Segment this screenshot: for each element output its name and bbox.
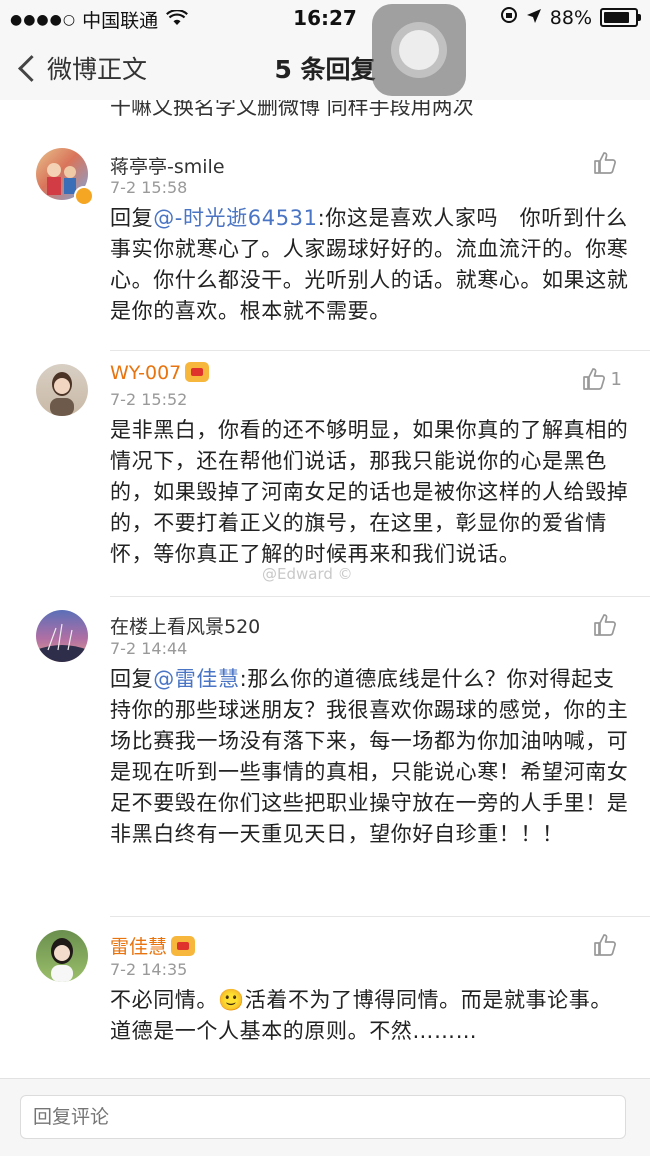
like-button[interactable]: 1 [581,366,622,392]
username-text: WY-007 [110,362,182,384]
comment-text: 不必同情。🙂活着不为了博得同情。而是就事论事。道德是一个人基本的原则。不然……… [110,988,612,1043]
like-count: 1 [610,368,622,390]
like-button[interactable] [592,612,622,638]
watermark: @Edward © [262,565,353,583]
battery-icon [600,8,641,27]
vip-crown-icon [171,936,196,956]
status-bar: ●●●●○ 中国联通 16:27 88% [0,0,650,36]
reply-bar [0,1078,650,1156]
comment-date: 7-2 15:52 [110,390,188,409]
avatar[interactable] [36,930,88,982]
comment-username[interactable]: 蒋亭亭-smile [110,152,225,179]
mention-link[interactable]: @雷佳慧 [153,667,239,691]
like-button[interactable] [592,150,622,176]
battery-fill [604,12,629,23]
status-right: 88% [492,6,641,29]
vip-crown-icon [185,362,210,382]
comment-body: 是非黑白，你看的还不够明显，如果你真的了解真相的情况下，还在帮他们说话，那我只能… [110,415,630,570]
page-title: 5 条回复 [274,55,376,84]
avatar[interactable] [36,364,88,416]
comment-date: 7-2 14:35 [110,960,188,979]
thumbs-up-icon [594,934,616,956]
like-button[interactable] [592,932,622,958]
verified-badge-icon [74,186,94,206]
comment-body: 回复@-时光逝64531:你这是喜欢人家吗 你听到什么事实你就寒心了。人家踢球好… [110,203,630,327]
divider [110,916,650,917]
thumbs-up-icon [594,614,616,636]
username-text: 雷佳慧 [110,936,168,958]
comment-date: 7-2 15:58 [110,178,188,197]
battery-percent: 88% [549,6,592,29]
assistive-touch-button[interactable] [372,4,466,96]
divider [110,596,650,597]
thumbs-up-icon [582,368,605,390]
orientation-lock-icon [500,6,518,29]
comment-text: 是非黑白，你看的还不够明显，如果你真的了解真相的情况下，还在帮他们说话，那我只能… [110,418,629,566]
reply-prefix: 回复 [110,667,154,691]
comment-username[interactable]: 雷佳慧 [110,932,196,959]
comment-username[interactable]: 在楼上看风景520 [110,612,260,639]
reply-prefix: 回复 [110,206,154,230]
comment-text: :那么你的道德底线是什么？你对得起支持你的那些球迷朋友？我很喜欢你踢球的感觉，你… [110,667,629,846]
thumbs-up-icon [594,152,616,174]
avatar[interactable] [36,610,88,662]
partial-comment-text: 干嘛又换名字又删微博 同样手段用两次 [110,100,474,119]
divider [110,350,650,351]
nav-bar: 微博正文 5 条回复 [0,36,650,100]
comment-body: 不必同情。🙂活着不为了博得同情。而是就事论事。道德是一个人基本的原则。不然……… [110,985,630,1047]
reply-input[interactable] [20,1095,626,1139]
comment-username[interactable]: WY-007 [110,362,210,384]
comment-date: 7-2 14:44 [110,639,188,658]
mention-link[interactable]: @-时光逝64531 [153,206,317,230]
location-icon [526,7,542,29]
comment-body: 回复@雷佳慧:那么你的道德底线是什么？你对得起支持你的那些球迷朋友？我很喜欢你踢… [110,664,630,850]
assistive-center [399,30,439,70]
